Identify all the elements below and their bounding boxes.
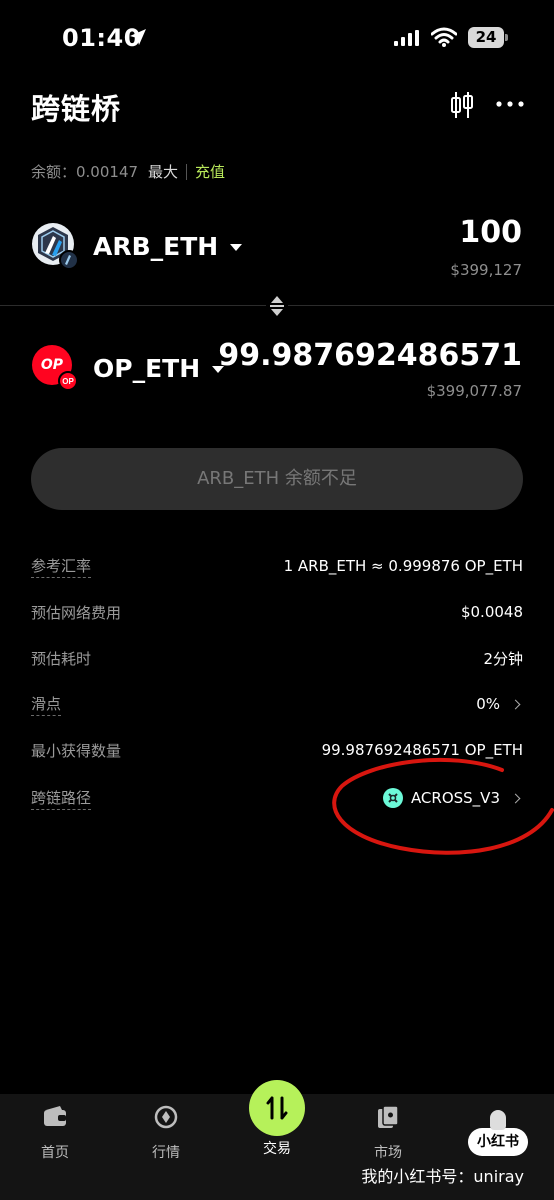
detail-row-network-fee: 预估网络费用 $0.0048 (31, 600, 523, 624)
detail-label[interactable]: 跨链路径 (31, 787, 92, 810)
swap-direction-icon[interactable] (266, 295, 288, 317)
status-bar: 01:40 24 (0, 0, 554, 76)
coin-icon (154, 1105, 178, 1129)
from-usd-value: $399,127 (450, 261, 522, 279)
detail-value: 2分钟 (483, 649, 523, 668)
detail-value: ACROSS_V3 (410, 789, 500, 807)
nav-home[interactable]: 首页 (15, 1104, 95, 1162)
from-amount[interactable]: 100 (459, 215, 522, 250)
from-token-selector[interactable]: ARB_ETH (31, 222, 243, 270)
across-protocol-icon (382, 788, 403, 808)
nav-market-label: 行情 (152, 1145, 180, 1161)
chevron-down-icon (230, 243, 243, 251)
detail-row-route[interactable]: 跨链路径 ACROSS_V3 (31, 786, 523, 810)
wallet-icon (44, 1106, 66, 1126)
deposit-button[interactable]: 充值 (195, 161, 225, 182)
balance-row: 余额：0.00147 最大 充值 (31, 161, 225, 182)
detail-value: $0.0048 (460, 603, 523, 621)
detail-label: 预估网络费用 (31, 603, 122, 622)
detail-label[interactable]: 滑点 (31, 693, 62, 716)
detail-value: 0% (476, 695, 500, 713)
battery-indicator: 24 (468, 27, 508, 48)
detail-value: 99.987692486571 OP_ETH (321, 741, 523, 759)
to-amount: 99.987692486571 (218, 338, 522, 373)
detail-row-time: 预估耗时 2分钟 (31, 646, 523, 670)
location-arrow-icon (130, 29, 146, 45)
balance-separator (186, 163, 188, 180)
cellular-signal-icon (394, 30, 419, 46)
detail-label[interactable]: 参考汇率 (31, 555, 92, 578)
optimism-logo-icon: OP OP (31, 344, 79, 392)
svg-text:OP: OP (62, 377, 74, 386)
detail-label: 预估耗时 (31, 649, 92, 668)
nav-trade-label: 交易 (263, 1141, 291, 1157)
detail-value: 1 ARB_ETH ≈ 0.999876 OP_ETH (283, 557, 523, 575)
swap-arrows-icon (266, 1096, 288, 1120)
balance-label: 余额：0.00147 (31, 163, 139, 181)
to-usd-value: $399,077.87 (426, 382, 522, 400)
chevron-right-icon (510, 699, 521, 709)
nav-bazaar-label: 市场 (374, 1145, 402, 1161)
more-options-icon[interactable] (496, 96, 524, 112)
nav-home-label: 首页 (41, 1145, 69, 1161)
detail-row-slippage[interactable]: 滑点 0% (31, 692, 523, 716)
slippage-value[interactable]: 0% (476, 695, 523, 713)
optimism-logo-text: OP (40, 357, 64, 373)
cards-icon (378, 1105, 399, 1128)
max-button[interactable]: 最大 (148, 161, 178, 182)
detail-label: 最小获得数量 (31, 741, 122, 760)
from-token-name: ARB_ETH (93, 231, 219, 261)
wifi-icon (431, 27, 457, 47)
candlestick-chart-icon[interactable] (450, 90, 474, 120)
detail-row-rate: 参考汇率 1 ARB_ETH ≈ 0.999876 OP_ETH (31, 554, 523, 578)
route-selector[interactable]: ACROSS_V3 (382, 788, 523, 808)
nav-trade-button[interactable] (249, 1080, 305, 1136)
insufficient-balance-button[interactable]: ARB_ETH 余额不足 (31, 448, 523, 510)
detail-row-min-received: 最小获得数量 99.987692486571 OP_ETH (31, 738, 523, 762)
chevron-right-icon (510, 793, 521, 803)
nav-market[interactable]: 行情 (126, 1104, 206, 1162)
to-token-name: OP_ETH (93, 353, 201, 383)
to-token-selector[interactable]: OP OP OP_ETH (31, 344, 225, 392)
nav-bazaar[interactable]: 市场 (348, 1104, 428, 1162)
xiaohongshu-badge: 小红书 (468, 1110, 528, 1156)
arbitrum-logo-icon (32, 223, 79, 270)
watermark-text: 我的小红书号：uniray (361, 1167, 524, 1186)
page-title: 跨链桥 (31, 92, 122, 126)
